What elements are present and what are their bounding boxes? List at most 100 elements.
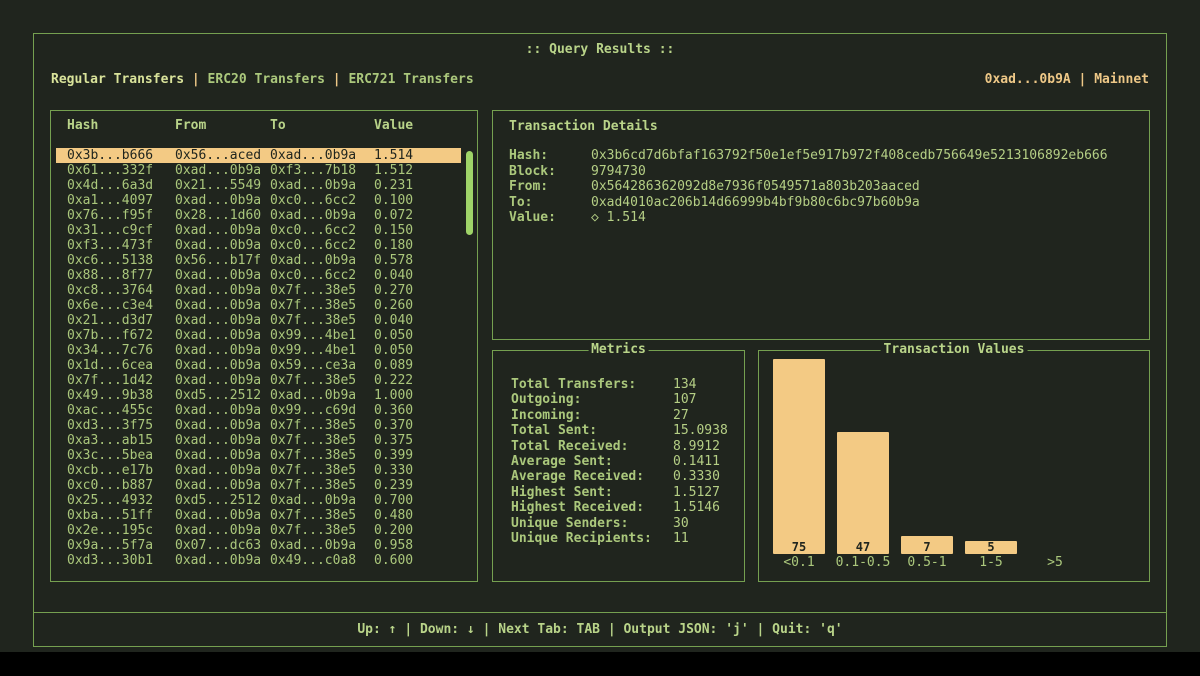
cell-from: 0xad...0b9a: [175, 328, 270, 343]
cell-value: 0.600: [374, 553, 461, 568]
app-title: :: Query Results ::: [34, 42, 1166, 57]
cell-to: 0x7f...38e5: [270, 373, 374, 388]
metric-value: 0.1411: [673, 454, 720, 469]
histogram-bar: 47: [837, 432, 889, 554]
account-area: 0xad...0b9A | Mainnet: [985, 72, 1149, 87]
cell-value: 1.512: [374, 163, 461, 178]
table-row[interactable]: 0xf3...473f0xad...0b9a0xc0...6cc20.180: [56, 238, 461, 253]
table-row[interactable]: 0x3b...b6660x56...aced0xad...0b9a1.514: [56, 148, 461, 163]
transfers-rows: 0x3b...b6660x56...aced0xad...0b9a1.5140x…: [51, 148, 477, 568]
table-row[interactable]: 0xc0...b8870xad...0b9a0x7f...38e50.239: [56, 478, 461, 493]
table-row[interactable]: 0x34...7c760xad...0b9a0x99...4be10.050: [56, 343, 461, 358]
cell-from: 0xad...0b9a: [175, 523, 270, 538]
cell-hash: 0xc0...b887: [67, 478, 175, 493]
table-row[interactable]: 0x49...9b380xd5...25120xad...0b9a1.000: [56, 388, 461, 403]
cell-hash: 0xc8...3764: [67, 283, 175, 298]
table-row[interactable]: 0xcb...e17b0xad...0b9a0x7f...38e50.330: [56, 463, 461, 478]
histogram-slot: >5: [1023, 359, 1087, 571]
cell-hash: 0x2e...195c: [67, 523, 175, 538]
table-row[interactable]: 0xc6...51380x56...b17f0xad...0b9a0.578: [56, 253, 461, 268]
table-row[interactable]: 0x3c...5bea0xad...0b9a0x7f...38e50.399: [56, 448, 461, 463]
bucket-label: 0.1-0.5: [836, 555, 891, 571]
table-row[interactable]: 0x2e...195c0xad...0b9a0x7f...38e50.200: [56, 523, 461, 538]
detail-row: From:0x564286362092d8e7936f0549571a803b2…: [493, 179, 1149, 195]
account-divider: |: [1079, 72, 1087, 87]
table-row[interactable]: 0x61...332f0xad...0b9a0xf3...7b181.512: [56, 163, 461, 178]
cell-to: 0xad...0b9a: [270, 208, 374, 223]
table-row[interactable]: 0x6e...c3e40xad...0b9a0x7f...38e50.260: [56, 298, 461, 313]
cell-value: 0.480: [374, 508, 461, 523]
table-row[interactable]: 0xac...455c0xad...0b9a0x99...c69d0.360: [56, 403, 461, 418]
cell-hash: 0xc6...5138: [67, 253, 175, 268]
cell-from: 0xad...0b9a: [175, 223, 270, 238]
cell-from: 0xad...0b9a: [175, 448, 270, 463]
metrics-title: Metrics: [588, 342, 649, 357]
table-row[interactable]: 0x7b...f6720xad...0b9a0x99...4be10.050: [56, 328, 461, 343]
metric-label: Average Sent:: [511, 454, 673, 469]
tab-erc20-transfers[interactable]: ERC20 Transfers: [208, 72, 325, 87]
cell-from: 0x21...5549: [175, 178, 270, 193]
table-row[interactable]: 0x31...c9cf0xad...0b9a0xc0...6cc20.150: [56, 223, 461, 238]
histogram-slot: 75<0.1: [767, 359, 831, 571]
cell-value: 0.072: [374, 208, 461, 223]
metric-value: 11: [673, 531, 689, 546]
table-row[interactable]: 0x7f...1d420xad...0b9a0x7f...38e50.222: [56, 373, 461, 388]
metric-value: 1.5146: [673, 500, 720, 515]
tab-regular-transfers[interactable]: Regular Transfers: [51, 72, 184, 87]
table-row[interactable]: 0xa1...40970xad...0b9a0xc0...6cc20.100: [56, 193, 461, 208]
metric-row: Average Sent:0.1411: [511, 454, 744, 469]
cell-hash: 0x3b...b666: [67, 148, 175, 163]
cell-to: 0x7f...38e5: [270, 478, 374, 493]
cell-from: 0xd5...2512: [175, 493, 270, 508]
cell-value: 0.150: [374, 223, 461, 238]
cell-from: 0xad...0b9a: [175, 193, 270, 208]
cell-hash: 0x7b...f672: [67, 328, 175, 343]
metric-label: Outgoing:: [511, 392, 673, 407]
table-row[interactable]: 0x9a...5f7a0x07...dc630xad...0b9a0.958: [56, 538, 461, 553]
table-row[interactable]: 0x76...f95f0x28...1d600xad...0b9a0.072: [56, 208, 461, 223]
cell-to: 0x99...c69d: [270, 403, 374, 418]
metric-label: Incoming:: [511, 408, 673, 423]
histogram: 75<0.1470.1-0.570.5-151-5>5: [767, 359, 1087, 571]
table-row[interactable]: 0xc8...37640xad...0b9a0x7f...38e50.270: [56, 283, 461, 298]
cell-to: 0xf3...7b18: [270, 163, 374, 178]
metric-label: Highest Received:: [511, 500, 673, 515]
cell-hash: 0x9a...5f7a: [67, 538, 175, 553]
table-row[interactable]: 0xba...51ff0xad...0b9a0x7f...38e50.480: [56, 508, 461, 523]
table-row[interactable]: 0xd3...3f750xad...0b9a0x7f...38e50.370: [56, 418, 461, 433]
table-row[interactable]: 0x88...8f770xad...0b9a0xc0...6cc20.040: [56, 268, 461, 283]
table-row[interactable]: 0x1d...6cea0xad...0b9a0x59...ce3a0.089: [56, 358, 461, 373]
detail-value: 9794730: [591, 164, 646, 180]
cell-to: 0xad...0b9a: [270, 538, 374, 553]
tab-erc721-transfers[interactable]: ERC721 Transfers: [348, 72, 473, 87]
column-header-from: From: [175, 118, 270, 133]
table-row[interactable]: 0x4d...6a3d0x21...55490xad...0b9a0.231: [56, 178, 461, 193]
metric-label: Highest Sent:: [511, 485, 673, 500]
cell-value: 0.050: [374, 343, 461, 358]
cell-from: 0xad...0b9a: [175, 403, 270, 418]
cell-value: 0.180: [374, 238, 461, 253]
cell-from: 0x56...aced: [175, 148, 270, 163]
cell-hash: 0x76...f95f: [67, 208, 175, 223]
cell-hash: 0xd3...3f75: [67, 418, 175, 433]
cell-value: 0.375: [374, 433, 461, 448]
table-row[interactable]: 0xa3...ab150xad...0b9a0x7f...38e50.375: [56, 433, 461, 448]
cell-hash: 0xcb...e17b: [67, 463, 175, 478]
table-row[interactable]: 0x25...49320xd5...25120xad...0b9a0.700: [56, 493, 461, 508]
cell-hash: 0xa3...ab15: [67, 433, 175, 448]
cell-from: 0xad...0b9a: [175, 373, 270, 388]
cell-hash: 0xba...51ff: [67, 508, 175, 523]
metric-label: Average Received:: [511, 469, 673, 484]
cell-to: 0x7f...38e5: [270, 298, 374, 313]
cell-to: 0xc0...6cc2: [270, 268, 374, 283]
bucket-label: 0.5-1: [907, 555, 946, 571]
cell-from: 0x56...b17f: [175, 253, 270, 268]
bar-count-label: 7: [923, 540, 930, 554]
cell-value: 0.239: [374, 478, 461, 493]
table-row[interactable]: 0x21...d3d70xad...0b9a0x7f...38e50.040: [56, 313, 461, 328]
table-row[interactable]: 0xd3...30b10xad...0b9a0x49...c0a80.600: [56, 553, 461, 568]
scrollbar-thumb[interactable]: [466, 151, 473, 235]
detail-value: 0x3b6cd7d6bfaf163792f50e1ef5e917b972f408…: [591, 148, 1108, 164]
cell-from: 0xad...0b9a: [175, 463, 270, 478]
cell-to: 0x59...ce3a: [270, 358, 374, 373]
